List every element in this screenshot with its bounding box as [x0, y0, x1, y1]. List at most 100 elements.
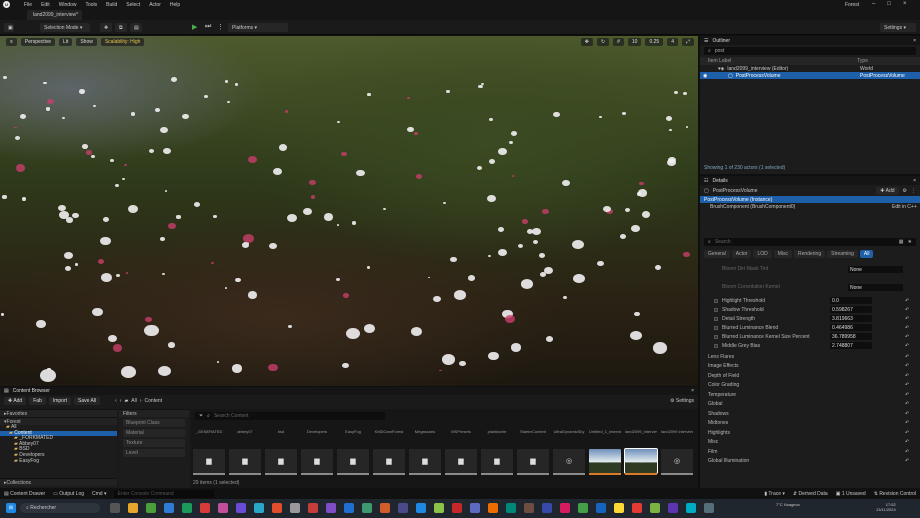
override-checkbox[interactable]	[714, 316, 718, 321]
content-settings-button[interactable]: ⚙ Settings	[670, 398, 694, 404]
reset-arrow-icon[interactable]: ↶	[905, 334, 909, 340]
breadcrumb-content[interactable]: Content	[145, 398, 163, 404]
trace-button[interactable]: ▮ Trace ▾	[764, 491, 785, 497]
type-column-header[interactable]: Type	[857, 58, 868, 64]
taskbar-app-icon[interactable]	[110, 503, 120, 513]
asset-tile[interactable]: bsd ▆	[265, 425, 297, 481]
reset-arrow-icon[interactable]: ↶	[905, 382, 909, 388]
asset-tile[interactable]: KMDCamForest ▆	[373, 425, 405, 481]
filter-material[interactable]: Material	[123, 429, 185, 437]
revision-control-button[interactable]: ⇅ Revision Control	[874, 491, 916, 497]
taskbar-app-icon[interactable]	[578, 503, 588, 513]
override-checkbox[interactable]	[714, 334, 718, 339]
taskbar-app-icon[interactable]	[632, 503, 642, 513]
details-section-row[interactable]: Misc ↶	[700, 438, 920, 448]
blueprint-icon[interactable]: ⧉	[115, 23, 127, 32]
menu-select[interactable]: Select	[126, 2, 140, 8]
menu-edit[interactable]: Edit	[41, 2, 50, 8]
play-icon[interactable]: ▶	[192, 23, 197, 31]
add-actor-icon[interactable]: ✚	[100, 23, 112, 32]
blueprint-icon[interactable]: ⚙	[903, 188, 907, 194]
grid-snap-icon[interactable]: #	[613, 37, 624, 46]
translate-icon[interactable]: ✥	[580, 37, 593, 46]
reset-arrow-icon[interactable]: ↶	[905, 325, 909, 331]
taskbar-app-icon[interactable]	[686, 503, 696, 513]
taskbar-app-icon[interactable]	[182, 503, 192, 513]
details-options-icon[interactable]: ⋮	[911, 188, 916, 194]
add-button[interactable]: ✚ Add	[4, 397, 27, 405]
asset-tile[interactable]: Developers ▆	[301, 425, 333, 481]
taskbar-app-icon[interactable]	[398, 503, 408, 513]
details-section-row[interactable]: Film ↶	[700, 447, 920, 457]
fab-button[interactable]: Fab	[29, 397, 46, 405]
tab-actor[interactable]: Actor	[731, 250, 752, 258]
property-value-input[interactable]: 3.819663	[830, 315, 872, 322]
reset-arrow-icon[interactable]: ↶	[905, 449, 909, 455]
forward-icon[interactable]: ›	[120, 398, 122, 404]
asset-tile[interactable]: land2099_interview ▭	[624, 425, 658, 481]
property-value-input[interactable]: 0.598267	[830, 306, 872, 313]
derived-data-button[interactable]: ⇵ Derived Data	[793, 491, 828, 497]
lit-button[interactable]: Lit	[59, 37, 73, 46]
level-tab[interactable]: land2099_interview*	[27, 10, 82, 20]
taskbar-app-icon[interactable]	[380, 503, 390, 513]
details-section-row[interactable]: Midtones ↶	[700, 419, 920, 429]
outliner-search-input[interactable]: ⌕ post	[704, 47, 916, 55]
texture-picker[interactable]: None	[848, 283, 903, 291]
unreal-logo-icon[interactable]: U	[3, 1, 10, 8]
unsaved-button[interactable]: ▣ 1 Unsaved	[836, 491, 866, 497]
menu-actor[interactable]: Actor	[149, 2, 161, 8]
taskbar-app-icon[interactable]	[614, 503, 624, 513]
reset-arrow-icon[interactable]: ↶	[905, 420, 909, 426]
reset-arrow-icon[interactable]: ↶	[905, 439, 909, 445]
content-search-input[interactable]: ⏷ ⌕ Search Content	[195, 412, 385, 420]
filter-blueprint-class[interactable]: Blueprint Class	[123, 419, 185, 427]
taskbar-app-icon[interactable]	[272, 503, 282, 513]
details-section-row[interactable]: Temperature ↶	[700, 390, 920, 400]
output-log-button[interactable]: ▭ Output Log	[53, 491, 84, 497]
filter-texture[interactable]: Texture	[123, 439, 185, 447]
taskbar-app-icon[interactable]	[254, 503, 264, 513]
asset-tile[interactable]: Megascans ▆	[409, 425, 441, 481]
step-icon[interactable]: ⏭	[205, 23, 211, 31]
save-icon[interactable]: ▣	[4, 23, 14, 32]
menu-window[interactable]: Window	[59, 2, 77, 8]
taskbar-app-icon[interactable]	[542, 503, 552, 513]
weather-widget[interactable]: 7°C Nuageux	[776, 502, 800, 507]
details-section-row[interactable]: Shadows ↶	[700, 409, 920, 419]
rotate-icon[interactable]: ↻	[596, 37, 610, 46]
selection-mode-dropdown[interactable]: Selection Mode ▾	[40, 23, 90, 32]
taskbar-app-icon[interactable]	[164, 503, 174, 513]
reset-arrow-icon[interactable]: ↶	[905, 307, 909, 313]
details-section-row[interactable]: Color Grading ↶	[700, 381, 920, 391]
taskbar-search[interactable]: ⌕ Rechercher	[20, 503, 100, 513]
collections-section[interactable]: ▸ Collections	[0, 478, 117, 486]
taskbar-app-icon[interactable]	[362, 503, 372, 513]
angle-snap-value[interactable]: 10	[627, 37, 642, 46]
property-matrix-icon[interactable]: ▦	[899, 239, 904, 245]
reset-arrow-icon[interactable]: ↶	[905, 373, 909, 379]
override-checkbox[interactable]	[714, 343, 718, 348]
tab-rendering[interactable]: Rendering	[794, 250, 826, 258]
property-value-input[interactable]: 36.789958	[830, 333, 872, 340]
close-icon[interactable]: ×	[903, 1, 907, 7]
outliner-row-world[interactable]: ▾◈ land2099_interview (Editor) World	[700, 65, 920, 72]
taskbar-app-icon[interactable]	[290, 503, 300, 513]
property-value-input[interactable]: 0.0	[830, 297, 872, 304]
clock[interactable]: 17:52 13/11/2024	[876, 502, 896, 512]
details-section-row[interactable]: Depth of Field ↶	[700, 371, 920, 381]
property-value-input[interactable]: 0.464986	[830, 324, 872, 331]
item-label-column-header[interactable]: Item Label	[708, 58, 731, 64]
taskbar-app-icon[interactable]	[128, 503, 138, 513]
taskbar-app-icon[interactable]	[308, 503, 318, 513]
tab-lod[interactable]: LOD	[753, 250, 772, 258]
menu-tools[interactable]: Tools	[85, 2, 97, 8]
details-section-row[interactable]: Image Effects ↶	[700, 362, 920, 372]
import-button[interactable]: Import	[48, 397, 72, 405]
details-close-icon[interactable]: ×	[913, 178, 916, 184]
folder-tree-item[interactable]: ▰ EasyFog	[0, 458, 117, 465]
content-browser-close-icon[interactable]: ×	[691, 388, 694, 394]
add-component-button[interactable]: ✚ Add	[876, 186, 899, 195]
details-section-row[interactable]: Highlights ↶	[700, 428, 920, 438]
taskbar-app-icon[interactable]	[434, 503, 444, 513]
